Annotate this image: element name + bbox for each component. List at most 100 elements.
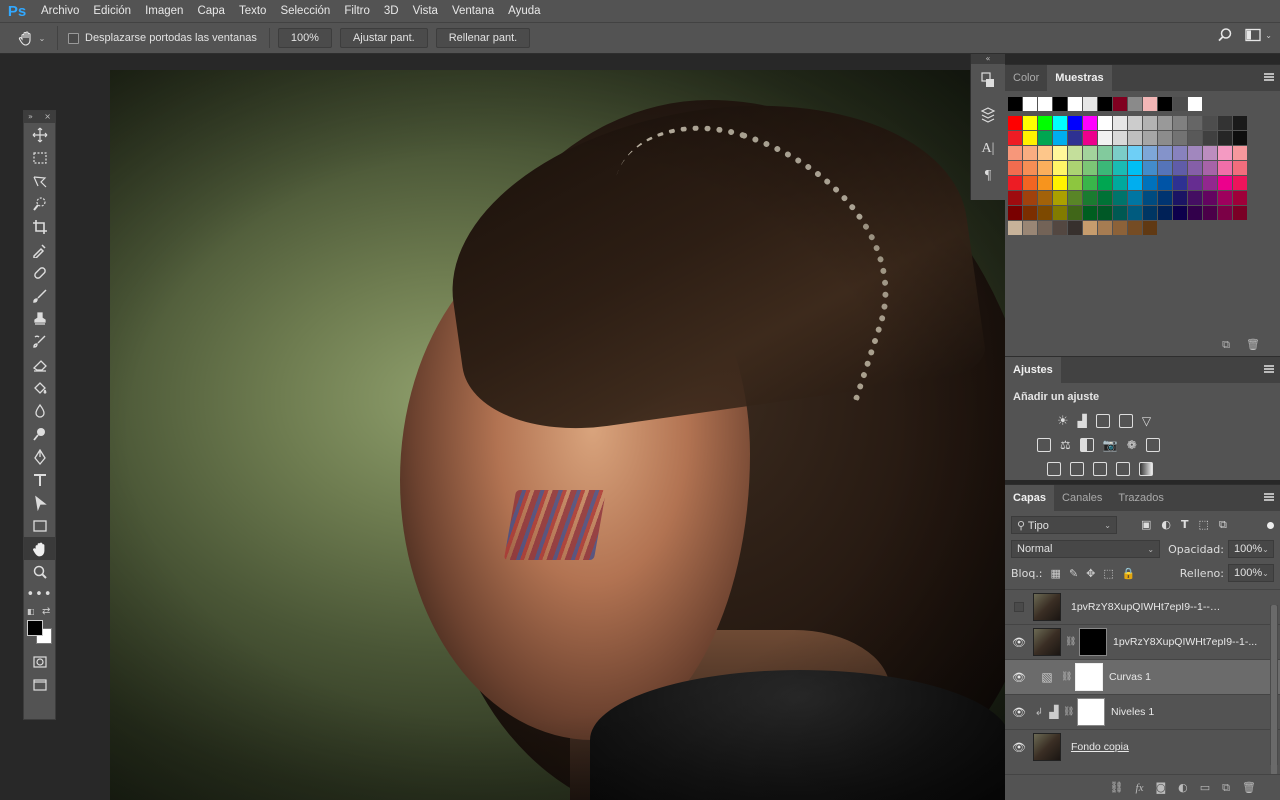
foreground-color[interactable]	[27, 620, 43, 636]
color-swatch[interactable]	[1143, 206, 1157, 220]
menu-texto[interactable]: Texto	[232, 5, 274, 17]
color-swatch[interactable]	[1173, 116, 1187, 130]
color-swatch[interactable]	[1143, 146, 1157, 160]
type-tool[interactable]	[24, 468, 55, 491]
panel-menu-icon[interactable]	[1264, 493, 1274, 501]
color-swatch[interactable]	[1218, 191, 1232, 205]
color-swatch[interactable]	[1233, 176, 1247, 190]
panel-menu-icon[interactable]	[1264, 365, 1274, 373]
color-swatch[interactable]	[1188, 191, 1202, 205]
color-swatch[interactable]	[1218, 206, 1232, 220]
healing-brush-tool[interactable]	[24, 261, 55, 284]
default-colors-icon[interactable]: ◧	[27, 607, 35, 616]
color-swatch[interactable]	[1188, 131, 1202, 145]
opacity-input[interactable]: 100% ⌄	[1228, 540, 1274, 558]
color-swatch[interactable]	[1098, 176, 1112, 190]
color-swatch[interactable]	[1038, 131, 1052, 145]
layer-name[interactable]: Curvas 1	[1109, 671, 1151, 683]
color-swatch[interactable]	[1008, 116, 1022, 130]
color-swatch[interactable]	[1038, 206, 1052, 220]
color-swatch[interactable]	[1008, 176, 1022, 190]
color-swatch[interactable]	[1113, 161, 1127, 175]
threshold-icon[interactable]	[1093, 462, 1107, 476]
eye-icon[interactable]: 👁	[1005, 706, 1033, 719]
color-swatch[interactable]	[1173, 206, 1187, 220]
color-swatch[interactable]	[1203, 131, 1217, 145]
blur-tool[interactable]	[24, 399, 55, 422]
color-swatch[interactable]	[1113, 191, 1127, 205]
tab-canales[interactable]: Canales	[1054, 485, 1110, 511]
color-swatch[interactable]	[1038, 161, 1052, 175]
layer-mask-thumbnail[interactable]	[1077, 698, 1105, 726]
eraser-tool[interactable]	[24, 353, 55, 376]
invert-icon[interactable]	[1047, 462, 1061, 476]
menu-imagen[interactable]: Imagen	[138, 5, 190, 17]
add-mask-icon[interactable]: ◙	[1155, 781, 1166, 794]
layer-name[interactable]: 1pvRzY8XupQIWHt7epI9--1--3nc2m c...	[1071, 601, 1221, 613]
channel-mixer-icon[interactable]: ❁	[1127, 438, 1137, 452]
path-select-tool[interactable]	[24, 491, 55, 514]
layers-scrollbar[interactable]	[1270, 605, 1278, 775]
color-swatch[interactable]	[1053, 206, 1067, 220]
trash-icon[interactable]: 🗑	[1242, 781, 1256, 794]
color-swatch[interactable]	[1098, 206, 1112, 220]
new-swatch-icon[interactable]: ⧉	[1222, 338, 1230, 352]
color-swatch[interactable]	[1128, 131, 1142, 145]
color-swatch[interactable]	[1143, 221, 1157, 235]
selective-color-icon[interactable]	[1116, 462, 1130, 476]
color-swatch[interactable]	[1143, 131, 1157, 145]
color-swatch[interactable]	[1008, 206, 1022, 220]
marquee-tool[interactable]	[24, 146, 55, 169]
color-swatch[interactable]	[1218, 116, 1232, 130]
layer-mask-thumbnail[interactable]	[1079, 628, 1107, 656]
color-swatch[interactable]	[1218, 146, 1232, 160]
color-swatch[interactable]	[1023, 116, 1037, 130]
lasso-tool[interactable]	[24, 169, 55, 192]
checkbox-box[interactable]	[68, 32, 79, 44]
history-brush-tool[interactable]	[24, 330, 55, 353]
color-swatch[interactable]	[1008, 161, 1022, 175]
color-swatch[interactable]	[1083, 161, 1097, 175]
color-swatch[interactable]	[1008, 191, 1022, 205]
tab-muestras[interactable]: Muestras	[1047, 65, 1112, 91]
color-swatch[interactable]	[1008, 146, 1022, 160]
color-swatch[interactable]	[1053, 146, 1067, 160]
history-panel-icon[interactable]	[971, 64, 1005, 98]
color-swatch[interactable]	[1023, 97, 1037, 111]
eyedropper-tool[interactable]	[24, 238, 55, 261]
color-swatch[interactable]	[1203, 116, 1217, 130]
color-swatch[interactable]	[1008, 97, 1022, 111]
strip-collapse-icon[interactable]: «	[971, 54, 1005, 64]
color-swatch[interactable]	[1113, 206, 1127, 220]
brightness-contrast-icon[interactable]: ☀	[1057, 414, 1069, 429]
color-swatch[interactable]	[1128, 191, 1142, 205]
color-swatch[interactable]	[1113, 116, 1127, 130]
color-swatch[interactable]	[1218, 161, 1232, 175]
new-group-icon[interactable]: ▭	[1200, 781, 1210, 794]
levels-icon[interactable]: ▟	[1078, 414, 1087, 428]
color-swatch[interactable]	[1083, 221, 1097, 235]
color-swatch[interactable]	[1023, 221, 1037, 235]
color-swatch[interactable]	[1113, 97, 1127, 111]
color-swatch[interactable]	[1098, 146, 1112, 160]
color-swatch[interactable]	[1023, 206, 1037, 220]
layer-row[interactable]: 👁 Fondo copia	[1005, 729, 1280, 764]
color-swatch[interactable]	[1158, 206, 1172, 220]
character-panel-icon[interactable]: A|	[971, 132, 1005, 166]
pixel-filter-icon[interactable]: ▣	[1141, 518, 1151, 532]
blend-mode-dropdown[interactable]: Normal ⌄	[1011, 540, 1161, 558]
pen-tool[interactable]	[24, 445, 55, 468]
color-swatch[interactable]	[1128, 221, 1142, 235]
color-swatch[interactable]	[1038, 176, 1052, 190]
visibility-toggle-off[interactable]	[1005, 601, 1033, 613]
tab-trazados[interactable]: Trazados	[1110, 485, 1171, 511]
lock-position-icon[interactable]: ✥	[1086, 567, 1095, 580]
color-swatch[interactable]	[1038, 97, 1052, 111]
menu-filtro[interactable]: Filtro	[337, 5, 377, 17]
paragraph-panel-icon[interactable]: ¶	[971, 166, 1005, 186]
color-swatch[interactable]	[1128, 146, 1142, 160]
posterize-icon[interactable]	[1070, 462, 1084, 476]
color-swatch[interactable]	[1143, 176, 1157, 190]
color-swatch[interactable]	[1068, 221, 1082, 235]
zoom-tool[interactable]	[24, 560, 55, 583]
